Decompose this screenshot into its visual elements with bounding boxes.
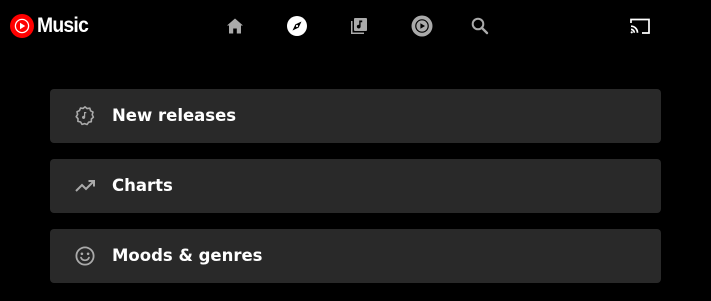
cast-icon	[630, 18, 650, 34]
nav-search[interactable]	[468, 14, 492, 38]
explore-item-charts[interactable]: Charts	[50, 159, 661, 213]
compass-icon	[287, 16, 307, 36]
explore-item-label: Charts	[112, 176, 173, 195]
youtube-music-logo-icon	[10, 14, 34, 38]
explore-list: New releases Charts Moods & genres	[50, 89, 661, 299]
nav-home[interactable]	[223, 14, 247, 38]
nav-play[interactable]	[410, 14, 434, 38]
cast-button[interactable]	[628, 14, 652, 38]
explore-item-moods-genres[interactable]: Moods & genres	[50, 229, 661, 283]
page: Music New releases Charts Moods & genres	[0, 0, 711, 301]
search-icon	[471, 17, 489, 35]
app-name: Music	[37, 14, 89, 37]
explore-item-label: Moods & genres	[112, 246, 263, 265]
library-icon	[351, 18, 367, 34]
smiley-icon	[73, 244, 97, 268]
explore-item-label: New releases	[112, 106, 237, 125]
nav-explore[interactable]	[285, 14, 309, 38]
nav-library[interactable]	[347, 14, 371, 38]
trending-up-icon	[73, 174, 97, 198]
play-circle-icon	[411, 15, 433, 37]
top-bar: Music	[0, 0, 711, 52]
explore-item-new-releases[interactable]: New releases	[50, 89, 661, 143]
home-icon	[227, 18, 243, 34]
youtube-music-logo[interactable]: Music	[10, 13, 93, 39]
new-releases-icon	[73, 104, 97, 128]
